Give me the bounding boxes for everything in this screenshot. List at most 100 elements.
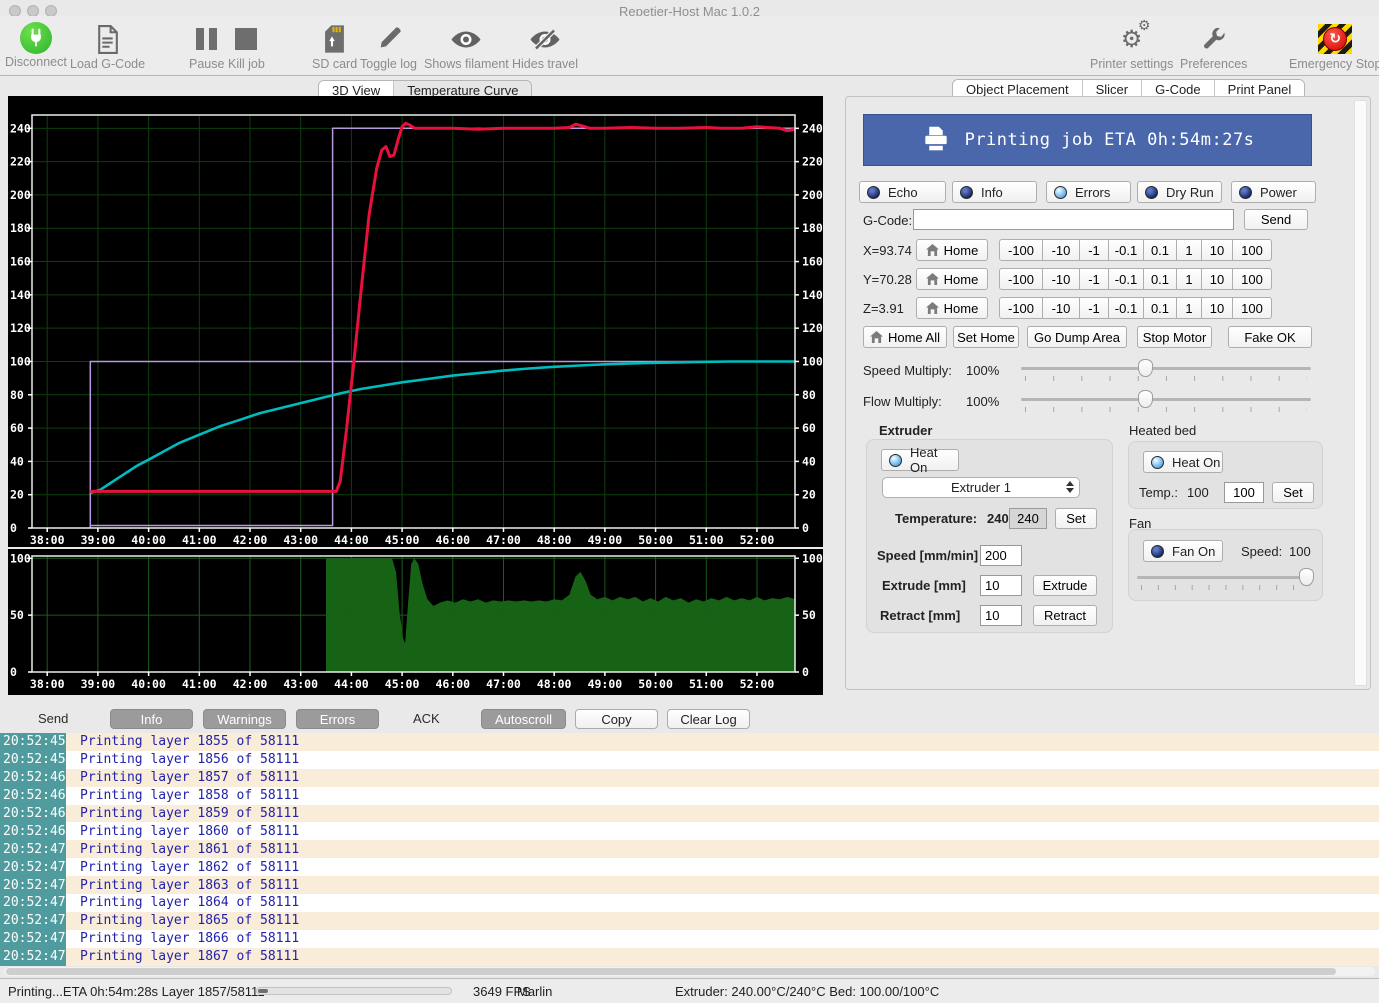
- log-row: 20:52:47Printing layer 1867 of 58111: [0, 948, 1379, 966]
- toggle-power[interactable]: Power: [1231, 181, 1316, 203]
- set-home-button[interactable]: Set Home: [953, 326, 1019, 348]
- slider-thumb[interactable]: [1299, 568, 1314, 586]
- toggle-info[interactable]: Info: [952, 181, 1037, 203]
- log-errors-toggle[interactable]: Errors: [296, 709, 379, 729]
- disconnect-button[interactable]: Disconnect: [5, 22, 67, 69]
- log-clear-button[interactable]: Clear Log: [667, 709, 750, 729]
- jog-z--100[interactable]: -100: [999, 297, 1043, 319]
- load-gcode-button[interactable]: Load G-Code: [70, 22, 145, 71]
- home-x-button[interactable]: Home: [916, 239, 988, 261]
- log-warnings-toggle[interactable]: Warnings: [203, 709, 286, 729]
- jog-x-100[interactable]: 100: [1232, 239, 1272, 261]
- log-message: Printing layer 1856 of 58111: [66, 752, 299, 767]
- jog-z-1[interactable]: 1: [1176, 297, 1202, 319]
- extruder-select[interactable]: Extruder 1: [882, 477, 1080, 498]
- log-info-toggle[interactable]: Info: [110, 709, 193, 729]
- svg-text:160: 160: [10, 255, 31, 269]
- jog-z--0.1[interactable]: -0.1: [1108, 297, 1144, 319]
- jog-x-1[interactable]: 1: [1176, 239, 1202, 261]
- jog-z-100[interactable]: 100: [1232, 297, 1272, 319]
- speed-multiply-slider[interactable]: [1021, 359, 1311, 381]
- svg-text:49:00: 49:00: [588, 677, 623, 691]
- svg-text:51:00: 51:00: [689, 677, 724, 691]
- jog-y-100[interactable]: 100: [1232, 268, 1272, 290]
- bed-heat-on-button[interactable]: Heat On: [1143, 451, 1223, 473]
- toggle-dry-run[interactable]: Dry Run: [1137, 181, 1222, 203]
- jog-z-10[interactable]: 10: [1201, 297, 1233, 319]
- hides-travel-button[interactable]: Hides travel: [512, 22, 578, 71]
- jog-y-10[interactable]: 10: [1201, 268, 1233, 290]
- extrude-button[interactable]: Extrude: [1033, 575, 1097, 596]
- fan-on-button[interactable]: Fan On: [1143, 540, 1223, 562]
- slider-thumb[interactable]: [1138, 359, 1153, 377]
- extruder-speed-input[interactable]: [980, 545, 1022, 566]
- log-autoscroll-toggle[interactable]: Autoscroll: [481, 709, 566, 729]
- gcode-label: G-Code:: [863, 213, 912, 228]
- printer-settings-button[interactable]: ⚙⚙ Printer settings: [1090, 22, 1173, 71]
- retract-button[interactable]: Retract: [1033, 605, 1097, 626]
- jog-y-0.1[interactable]: 0.1: [1143, 268, 1177, 290]
- extrude-amount-input[interactable]: [980, 575, 1022, 596]
- toggle-log-button[interactable]: Toggle log: [360, 22, 417, 71]
- jog-x-0.1[interactable]: 0.1: [1143, 239, 1177, 261]
- log-message: Printing layer 1855 of 58111: [66, 734, 299, 749]
- shows-filament-button[interactable]: Shows filament: [424, 22, 509, 71]
- preferences-button[interactable]: Preferences: [1180, 22, 1247, 71]
- sd-card-button[interactable]: SD card: [312, 22, 357, 71]
- gcode-input[interactable]: [913, 209, 1234, 230]
- log-horizontal-scrollbar[interactable]: [4, 967, 1375, 976]
- jog-y-1[interactable]: 1: [1176, 268, 1202, 290]
- led-icon: [867, 186, 880, 199]
- svg-text:45:00: 45:00: [385, 533, 420, 547]
- extruder-group: Heat On Extruder 1 Temperature: 240 Set …: [866, 439, 1113, 633]
- log-message: Printing layer 1857 of 58111: [66, 770, 299, 785]
- jog-x-10[interactable]: 10: [1201, 239, 1233, 261]
- fake-ok-button[interactable]: Fake OK: [1228, 326, 1312, 348]
- right-panel-scrollbar[interactable]: [1354, 100, 1367, 686]
- jog-x--0.1[interactable]: -0.1: [1108, 239, 1144, 261]
- svg-text:220: 220: [802, 155, 823, 169]
- kill-job-button[interactable]: Kill job: [228, 22, 265, 71]
- slider-track[interactable]: [1137, 576, 1314, 579]
- log-ack-toggle[interactable]: ACK: [413, 711, 440, 726]
- log-toolbar: Send Info Warnings Errors ACK Autoscroll…: [0, 706, 1379, 733]
- slider-track[interactable]: [1021, 367, 1311, 370]
- stop-motor-button[interactable]: Stop Motor: [1137, 326, 1212, 348]
- jog-x--1[interactable]: -1: [1079, 239, 1109, 261]
- log-copy-button[interactable]: Copy: [575, 709, 658, 729]
- jog-z-0.1[interactable]: 0.1: [1143, 297, 1177, 319]
- go-dump-area-button[interactable]: Go Dump Area: [1027, 326, 1127, 348]
- scrollbar-thumb[interactable]: [6, 968, 1336, 975]
- pause-button[interactable]: Pause: [189, 22, 224, 71]
- svg-text:100: 100: [802, 551, 823, 565]
- bed-temp-input[interactable]: [1224, 482, 1264, 503]
- jog-z--1[interactable]: -1: [1079, 297, 1109, 319]
- emergency-stop-button[interactable]: ↻ Emergency Stop: [1289, 22, 1379, 71]
- jog-y--100[interactable]: -100: [999, 268, 1043, 290]
- extruder-set-button[interactable]: Set: [1055, 508, 1097, 529]
- home-all-button[interactable]: Home All: [863, 326, 947, 348]
- jog-x--100[interactable]: -100: [999, 239, 1043, 261]
- extruder-heat-on-button[interactable]: Heat On: [881, 449, 959, 471]
- jog-y--0.1[interactable]: -0.1: [1108, 268, 1144, 290]
- bed-set-button[interactable]: Set: [1272, 482, 1314, 503]
- flow-multiply-label: Flow Multiply:: [863, 394, 942, 409]
- toggle-errors[interactable]: Errors: [1046, 181, 1131, 203]
- jog-z--10[interactable]: -10: [1042, 297, 1080, 319]
- extruder-temperature-input[interactable]: [1009, 508, 1047, 529]
- slider-thumb[interactable]: [1138, 390, 1153, 408]
- slider-track[interactable]: [1021, 398, 1311, 401]
- flow-multiply-slider[interactable]: [1021, 390, 1311, 412]
- toggle-echo[interactable]: Echo: [859, 181, 946, 203]
- gcode-send-button[interactable]: Send: [1244, 209, 1308, 230]
- log-message: Printing layer 1861 of 58111: [66, 842, 299, 857]
- jog-y--1[interactable]: -1: [1079, 268, 1109, 290]
- home-z-button[interactable]: Home: [916, 297, 988, 319]
- fan-speed-slider[interactable]: [1137, 568, 1314, 590]
- jog-x--10[interactable]: -10: [1042, 239, 1080, 261]
- home-y-button[interactable]: Home: [916, 268, 988, 290]
- retract-amount-input[interactable]: [980, 605, 1022, 626]
- jog-y--10[interactable]: -10: [1042, 268, 1080, 290]
- bed-temp-actual: 100: [1187, 485, 1209, 500]
- log-send-toggle[interactable]: Send: [38, 711, 68, 726]
